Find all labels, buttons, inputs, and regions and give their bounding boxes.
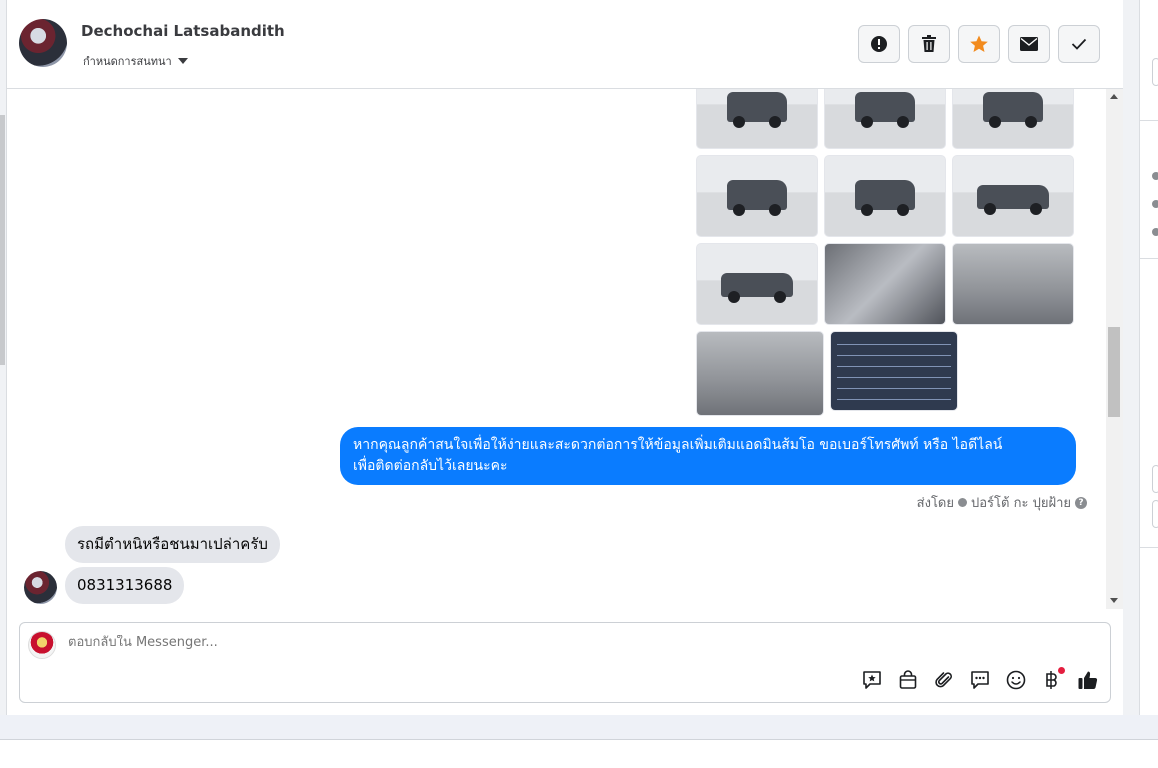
payment-button[interactable] bbox=[1040, 667, 1065, 692]
car-interior-photo[interactable] bbox=[952, 243, 1074, 325]
info-field[interactable] bbox=[1152, 465, 1158, 493]
car-photo[interactable] bbox=[952, 89, 1074, 149]
list-bullet bbox=[1152, 200, 1158, 208]
composer-tools bbox=[860, 667, 1100, 692]
divider bbox=[1140, 258, 1158, 259]
check-icon bbox=[1071, 38, 1087, 50]
attach-button[interactable] bbox=[932, 668, 956, 692]
sent-by-info: ส่งโดย ปอร์โต้ กะ ปุยฝ้าย ? bbox=[917, 492, 1087, 513]
saved-reply-button[interactable] bbox=[860, 668, 884, 692]
paperclip-icon bbox=[935, 672, 952, 688]
list-bullet bbox=[1152, 228, 1158, 236]
thumbs-up-icon bbox=[1078, 671, 1098, 689]
sent-by-agent: ปอร์โต้ กะ ปุยฝ้าย bbox=[971, 496, 1071, 511]
reply-input[interactable] bbox=[68, 635, 668, 650]
envelope-icon bbox=[1020, 37, 1038, 51]
incoming-message-text: 0831313688 bbox=[77, 576, 173, 594]
car-interior-photo[interactable] bbox=[824, 243, 946, 325]
car-photo[interactable] bbox=[696, 89, 818, 149]
customer-info-panel bbox=[1139, 0, 1158, 715]
done-button[interactable] bbox=[1058, 25, 1100, 63]
message-list[interactable]: หากคุณลูกค้าสนใจเพื่อให้ง่ายและสะดวกต่อก… bbox=[7, 89, 1123, 609]
outgoing-message-line2: เพื่อติดต่อกลับไว้เลยนะคะ bbox=[353, 458, 508, 474]
chat-panel: Dechochai Latsabandith กำหนดการสนทนา หาก… bbox=[7, 0, 1123, 715]
scroll-down-icon[interactable] bbox=[1110, 598, 1118, 603]
info-field[interactable] bbox=[1152, 58, 1158, 86]
outgoing-message-line1: หากคุณลูกค้าสนใจเพื่อให้ง่ายและสะดวกต่อก… bbox=[353, 437, 1003, 453]
divider bbox=[1140, 120, 1158, 121]
conversation-header: Dechochai Latsabandith กำหนดการสนทนา bbox=[7, 0, 1123, 89]
shopping-bag-icon bbox=[899, 670, 917, 689]
saved-reply-icon bbox=[863, 671, 881, 689]
car-spec-sheet[interactable] bbox=[830, 331, 958, 411]
incoming-message[interactable]: รถมีตำหนิหรือชนมาเปล่าครับ bbox=[65, 526, 280, 563]
info-field[interactable] bbox=[1152, 500, 1158, 528]
message-scrollbar[interactable] bbox=[1106, 89, 1123, 609]
assign-label: กำหนดการสนทนา bbox=[83, 55, 172, 68]
list-bullet bbox=[1152, 172, 1158, 180]
page-footer-area bbox=[0, 741, 1158, 768]
outgoing-message[interactable]: หากคุณลูกค้าสนใจเพื่อให้ง่ายและสะดวกต่อก… bbox=[340, 427, 1076, 485]
star-button[interactable] bbox=[958, 25, 1000, 63]
quick-reply-button[interactable] bbox=[968, 668, 992, 692]
help-icon[interactable]: ? bbox=[1075, 496, 1087, 509]
car-seat-photo[interactable] bbox=[696, 331, 824, 416]
incoming-message-text: รถมีตำหนิหรือชนมาเปล่าครับ bbox=[77, 535, 268, 553]
scrollbar-thumb[interactable] bbox=[1108, 327, 1120, 417]
page-avatar bbox=[28, 631, 56, 659]
header-actions bbox=[858, 25, 1100, 63]
scroll-up-icon[interactable] bbox=[1110, 94, 1118, 99]
car-photo[interactable] bbox=[952, 155, 1074, 237]
divider bbox=[1140, 547, 1158, 548]
smiley-icon bbox=[1006, 670, 1026, 690]
mark-unread-button[interactable] bbox=[1008, 25, 1050, 63]
shop-button[interactable] bbox=[896, 668, 920, 692]
trash-icon bbox=[922, 35, 936, 52]
alert-icon bbox=[871, 36, 887, 52]
car-photo[interactable] bbox=[696, 243, 818, 325]
car-photo[interactable] bbox=[696, 155, 818, 237]
car-photo[interactable] bbox=[824, 89, 946, 149]
incoming-message[interactable]: 0831313688 bbox=[65, 567, 185, 604]
reply-composer bbox=[19, 622, 1111, 703]
bottom-bar bbox=[0, 715, 1158, 740]
sent-by-prefix: ส่งโดย bbox=[916, 496, 954, 511]
notification-dot bbox=[1058, 667, 1065, 674]
sender-avatar[interactable] bbox=[24, 571, 57, 604]
assign-conversation-dropdown[interactable]: กำหนดการสนทนา bbox=[83, 52, 188, 70]
delete-button[interactable] bbox=[908, 25, 950, 63]
chat-bubble-icon bbox=[971, 671, 989, 689]
left-scrollbar[interactable] bbox=[0, 115, 5, 365]
car-photo[interactable] bbox=[824, 155, 946, 237]
star-icon bbox=[970, 35, 988, 52]
like-button[interactable] bbox=[1076, 668, 1100, 692]
spam-button[interactable] bbox=[858, 25, 900, 63]
caret-down-icon bbox=[177, 58, 188, 64]
contact-name[interactable]: Dechochai Latsabandith bbox=[81, 22, 285, 40]
panel-gap bbox=[1123, 0, 1139, 715]
agent-status-icon bbox=[958, 498, 967, 507]
emoji-button[interactable] bbox=[1004, 668, 1028, 692]
contact-avatar[interactable] bbox=[19, 19, 67, 67]
